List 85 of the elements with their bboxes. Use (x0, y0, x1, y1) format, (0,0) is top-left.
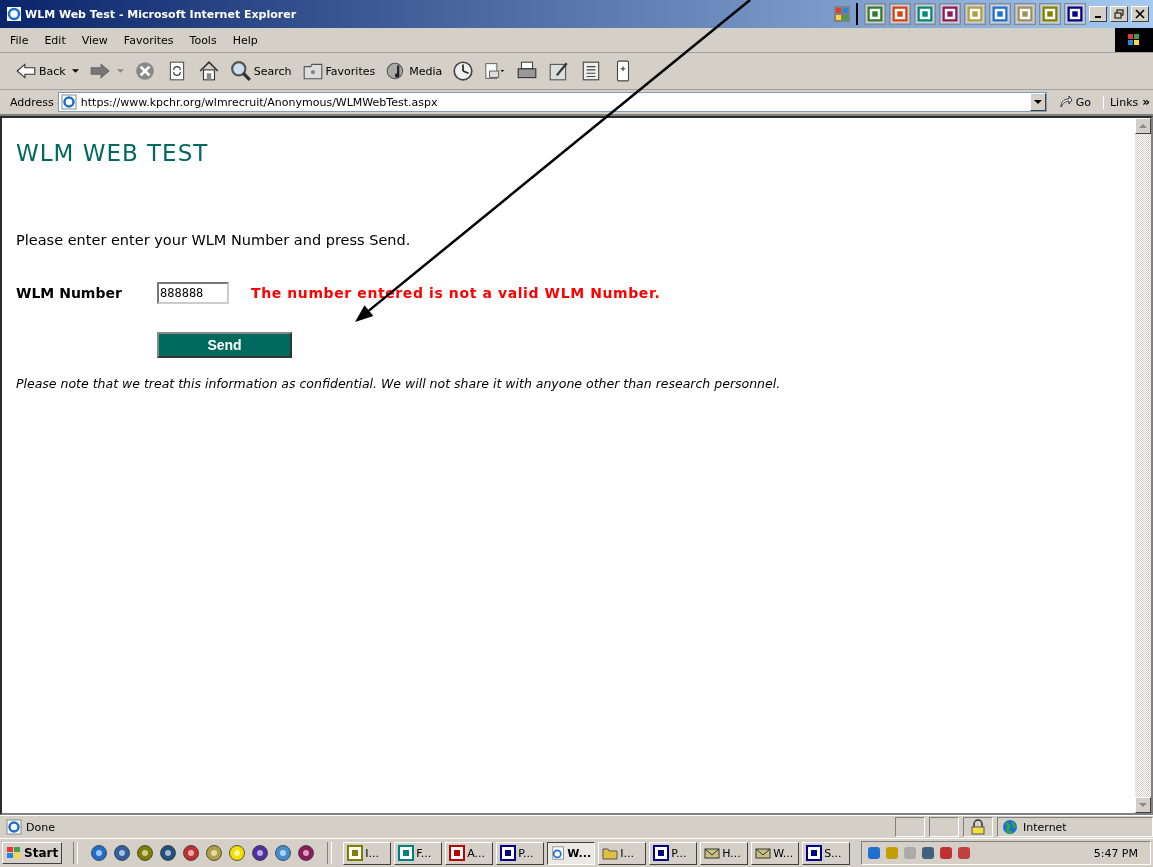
taskbar-button[interactable]: W... (751, 841, 800, 865)
page-icon (6, 819, 22, 835)
menu-item[interactable]: Edit (44, 33, 66, 47)
history-icon (452, 60, 475, 82)
quick-launch-icon[interactable] (228, 844, 247, 862)
media-button[interactable]: Media (382, 58, 446, 84)
quick-launch-icon[interactable] (274, 844, 293, 862)
menu-item[interactable]: Tools (189, 33, 217, 47)
globe-icon (1002, 819, 1018, 835)
taskbar-button[interactable]: I... (598, 841, 647, 865)
scroll-up-button[interactable] (1135, 118, 1151, 134)
search-button[interactable]: Search (226, 58, 295, 84)
menu-item[interactable]: Favorites (123, 33, 174, 47)
menu-item[interactable]: View (81, 33, 108, 47)
close-icon (1135, 9, 1145, 19)
page-icon (60, 94, 77, 110)
quick-launch-icon[interactable] (251, 844, 270, 862)
start-button[interactable]: Start (2, 842, 63, 864)
lock-icon (970, 819, 986, 835)
quick-launch-icon[interactable] (136, 844, 155, 862)
windows-logo-icon (1115, 28, 1153, 52)
menu-item[interactable]: Help (232, 33, 258, 47)
page-heading: WLM WEB TEST (16, 140, 210, 166)
clock: 5:47 PM (1093, 846, 1139, 860)
confidentiality-note: Please note that we treat this information as confidential. We will not share it with anyone other than research personnel. (16, 376, 782, 391)
windows-logo-icon (6, 846, 22, 860)
quick-launch-icon[interactable] (297, 844, 316, 862)
field-label: WLM Number (16, 285, 123, 301)
address-field[interactable]: https://www.kpchr.org/wlmrecruit/Anonymous/WLMWebTest.aspx (57, 92, 1047, 112)
quick-launch-icon[interactable] (205, 844, 224, 862)
instruction-text: Please enter enter your WLM Number and press Send. (16, 232, 412, 248)
taskbar-button[interactable]: P... (496, 841, 545, 865)
address-label: Address (10, 95, 54, 109)
back-icon (15, 60, 37, 82)
forward-icon (88, 60, 111, 82)
minimize-button[interactable] (1089, 6, 1107, 22)
taskbar-button[interactable]: A... (445, 841, 494, 865)
tray-icon[interactable] (920, 845, 937, 861)
back-button[interactable]: Back (12, 58, 82, 84)
quick-launch-icon[interactable] (159, 844, 178, 862)
send-button[interactable]: Send (157, 332, 292, 358)
search-icon (229, 60, 252, 82)
home-icon (197, 60, 220, 82)
tray-icon[interactable] (938, 845, 955, 861)
caret-icon (1033, 100, 1042, 104)
taskbar-button[interactable]: P... (649, 841, 698, 865)
security-zone: Internet (1023, 820, 1067, 834)
caret-icon (116, 68, 124, 74)
quick-launch-icon[interactable] (113, 844, 132, 862)
wlm-number-field[interactable]: 888888 (157, 282, 229, 304)
links-button[interactable]: Links (1102, 95, 1139, 109)
tray-icon[interactable] (866, 845, 883, 861)
restore-icon (1114, 9, 1124, 19)
dropdown-button[interactable] (1029, 93, 1046, 111)
go-button[interactable]: Go (1050, 95, 1099, 109)
status-pane (895, 817, 925, 837)
status-pane (929, 817, 959, 837)
tray-icon[interactable] (956, 845, 973, 861)
close-button[interactable] (1131, 6, 1149, 22)
browser-icon (6, 6, 22, 22)
taskbar-button[interactable]: I... (343, 841, 392, 865)
app-shortcut-icon[interactable] (1064, 3, 1086, 25)
app-shortcut-icon[interactable] (939, 3, 961, 25)
scrollbar[interactable] (1135, 118, 1151, 813)
taskbar-button[interactable]: H... (700, 841, 749, 865)
quick-launch-icon[interactable] (90, 844, 109, 862)
taskbar-button[interactable]: S... (802, 841, 851, 865)
curved-arrow-icon (1058, 95, 1073, 109)
down-arrow-icon (1139, 803, 1147, 807)
taskbar-button[interactable]: W... (547, 841, 596, 865)
caret-icon (71, 68, 79, 74)
scroll-down-button[interactable] (1135, 797, 1151, 813)
more-chevron[interactable]: » (1142, 95, 1153, 109)
status-text: Done (26, 820, 55, 834)
quick-launch-icon[interactable] (182, 844, 201, 862)
minimize-icon (1095, 16, 1101, 18)
restore-button[interactable] (1110, 6, 1128, 22)
office-icon[interactable] (834, 6, 850, 22)
taskbar-button[interactable]: F... (394, 841, 443, 865)
window-title: WLM Web Test - Microsoft Internet Explorer (25, 7, 297, 21)
menu-item[interactable]: File (10, 33, 29, 47)
stop-icon (133, 60, 156, 82)
up-arrow-icon (1139, 124, 1147, 128)
favorites-button[interactable]: Favorites (298, 58, 379, 84)
folder-icon (602, 845, 619, 861)
